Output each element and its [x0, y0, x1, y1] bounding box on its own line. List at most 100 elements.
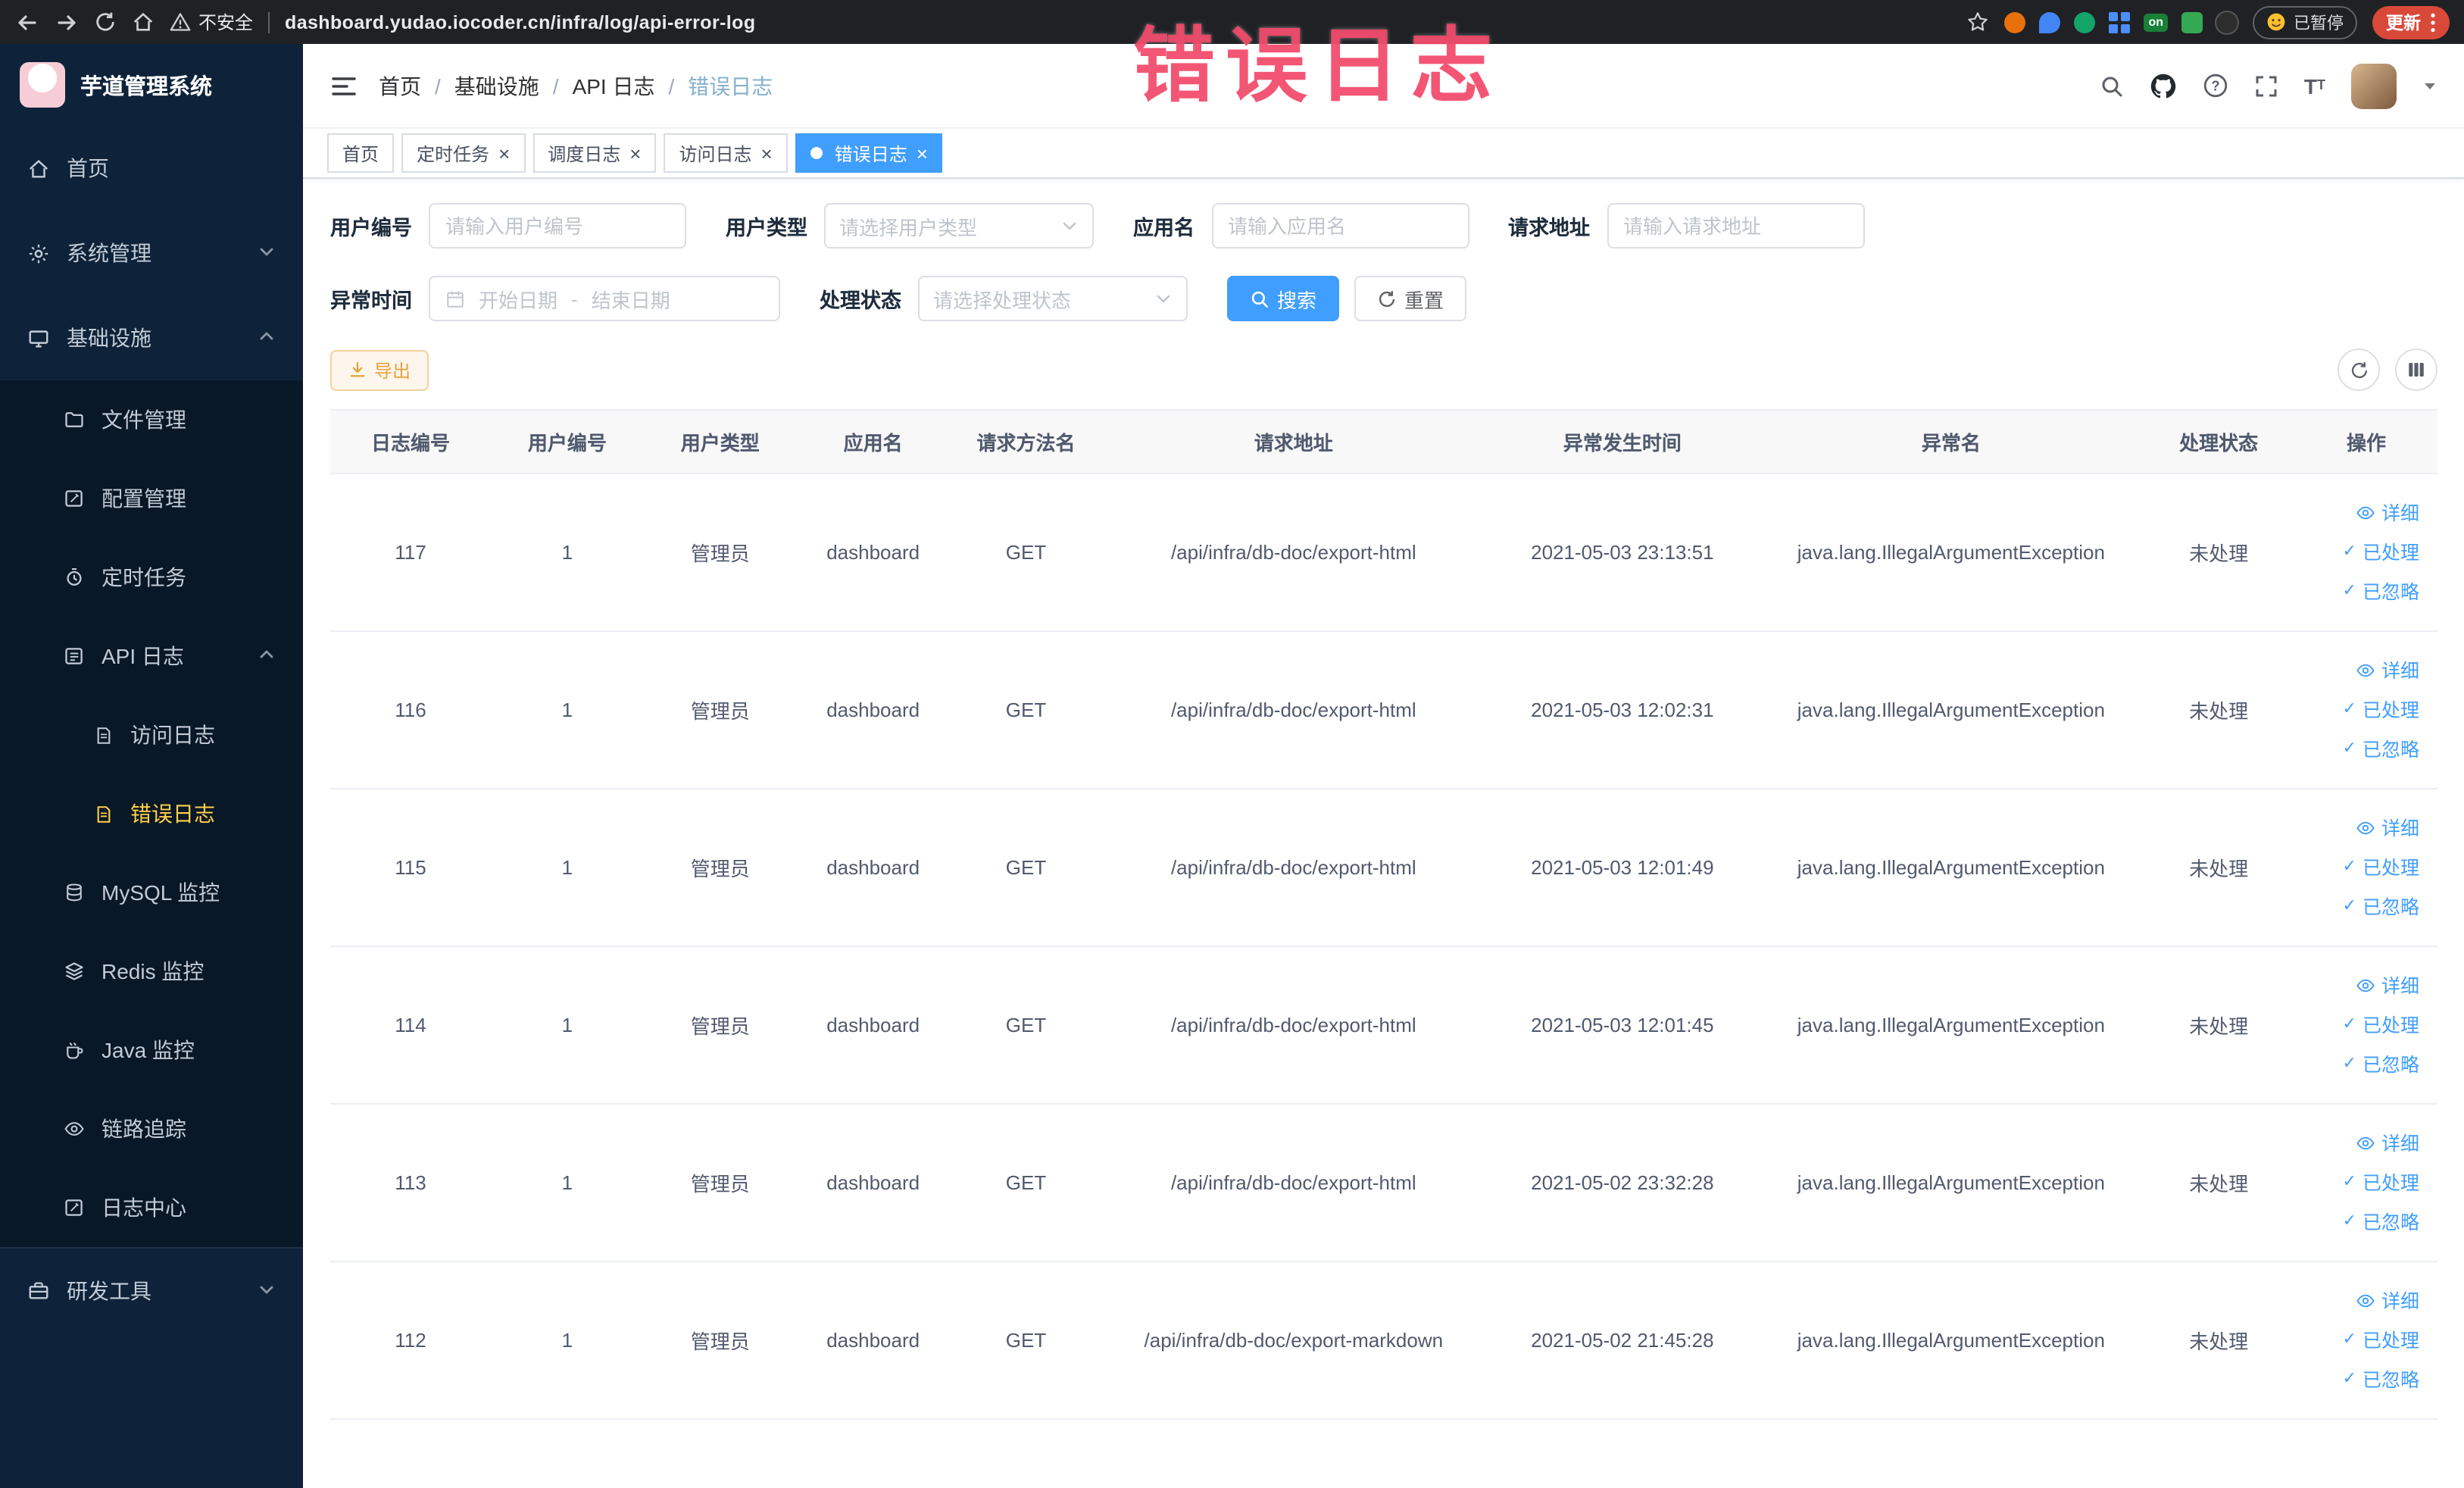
- sidebar-item-mysql-monitor[interactable]: MySQL 监控: [0, 853, 303, 932]
- detail-link[interactable]: 详细: [2295, 493, 2419, 533]
- layers-icon: [64, 961, 85, 982]
- github-icon[interactable]: [2150, 72, 2177, 99]
- cell-user-type: 管理员: [643, 1261, 797, 1420]
- cell-app-name: dashboard: [796, 946, 950, 1105]
- close-icon[interactable]: ×: [761, 143, 773, 163]
- processed-link[interactable]: ✓ 已处理: [2295, 1163, 2419, 1202]
- processed-link[interactable]: ✓ 已处理: [2295, 690, 2419, 730]
- tab-access-log[interactable]: 访问日志 ×: [664, 133, 788, 173]
- breadcrumb-home[interactable]: 首页: [379, 70, 421, 101]
- cell-status: 未处理: [2142, 789, 2296, 947]
- tab-error-log[interactable]: 错误日志 ×: [795, 133, 943, 173]
- fullscreen-icon[interactable]: [2254, 73, 2278, 98]
- cell-status: 未处理: [2142, 1261, 2296, 1420]
- table-row: 112 1 管理员 dashboard GET /api/infra/db-do…: [330, 1261, 2437, 1420]
- breadcrumb-api-log[interactable]: API 日志: [573, 70, 655, 101]
- ignored-link[interactable]: ✓ 已忽略: [2295, 1360, 2419, 1399]
- sidebar-item-config-management[interactable]: 配置管理: [0, 459, 303, 538]
- bookmark-star-icon[interactable]: [1966, 11, 1989, 33]
- detail-link[interactable]: 详细: [2295, 966, 2419, 1005]
- extension-icon[interactable]: [2109, 11, 2131, 33]
- close-icon[interactable]: ×: [498, 143, 510, 163]
- help-icon[interactable]: ?: [2203, 73, 2228, 98]
- user-id-input[interactable]: [429, 203, 686, 249]
- ignored-link[interactable]: ✓ 已忽略: [2295, 572, 2419, 611]
- paused-badge[interactable]: 已暂停: [2253, 5, 2357, 39]
- ignored-link[interactable]: ✓ 已忽略: [2295, 730, 2419, 769]
- ignored-link[interactable]: ✓ 已忽略: [2295, 887, 2419, 927]
- reload-icon[interactable]: [94, 11, 117, 33]
- sidebar-item-log-center[interactable]: 日志中心: [0, 1168, 303, 1247]
- sidebar-item-file-management[interactable]: 文件管理: [0, 380, 303, 459]
- detail-link[interactable]: 详细: [2295, 1281, 2419, 1321]
- sidebar-item-infrastructure[interactable]: 基础设施: [0, 295, 303, 380]
- sidebar-item-system-management[interactable]: 系统管理: [0, 211, 303, 295]
- sidebar-item-java-monitor[interactable]: Java 监控: [0, 1011, 303, 1089]
- extension-on-badge[interactable]: on: [2144, 13, 2168, 31]
- url-bar[interactable]: dashboard.yudao.iocoder.cn/infra/log/api…: [285, 11, 755, 33]
- cell-status: 未处理: [2142, 1104, 2296, 1262]
- security-indicator[interactable]: 不安全: [170, 9, 253, 35]
- process-status-select[interactable]: 请选择处理状态: [918, 276, 1188, 321]
- column-settings-button[interactable]: [2395, 349, 2437, 391]
- ignored-link[interactable]: ✓ 已忽略: [2295, 1202, 2419, 1242]
- table-toolbar: 导出: [330, 349, 2437, 391]
- breadcrumb-infrastructure[interactable]: 基础设施: [454, 70, 539, 101]
- close-icon[interactable]: ×: [917, 143, 928, 163]
- cell-actions: 详细 ✓ 已处理 ✓ 已忽略: [2295, 946, 2437, 1105]
- sidebar-item-redis-monitor[interactable]: Redis 监控: [0, 932, 303, 1011]
- filter-label-process-status: 处理状态: [820, 289, 901, 312]
- sidebar-toggle[interactable]: [330, 73, 358, 98]
- cell-exception-time: 2021-05-03 23:13:51: [1485, 474, 1760, 632]
- home-icon[interactable]: [132, 11, 155, 33]
- sidebar-item-error-log[interactable]: 错误日志: [0, 774, 303, 853]
- processed-link[interactable]: ✓ 已处理: [2295, 1005, 2419, 1045]
- back-icon[interactable]: [15, 10, 39, 34]
- sidebar-item-api-log[interactable]: API 日志: [0, 617, 303, 696]
- font-size-icon[interactable]: TT: [2304, 75, 2325, 96]
- tab-scheduled-tasks[interactable]: 定时任务 ×: [401, 133, 526, 173]
- search-icon[interactable]: [2100, 73, 2124, 98]
- refresh-button[interactable]: [2338, 349, 2380, 391]
- close-icon[interactable]: ×: [629, 143, 641, 163]
- detail-link[interactable]: 详细: [2295, 651, 2419, 690]
- eye-icon: [64, 1118, 85, 1139]
- sidebar-item-access-log[interactable]: 访问日志: [0, 696, 303, 774]
- search-button[interactable]: 搜索: [1227, 276, 1340, 321]
- cell-request-url: /api/infra/db-doc/export-html: [1102, 1104, 1485, 1262]
- exception-time-range[interactable]: 开始日期 - 结束日期: [429, 276, 780, 321]
- cell-actions: 详细 ✓ 已处理 ✓ 已忽略: [2295, 1261, 2437, 1420]
- toolbox-icon: [27, 1279, 50, 1302]
- forward-icon[interactable]: [55, 10, 79, 34]
- reset-button[interactable]: 重置: [1354, 276, 1467, 321]
- processed-link[interactable]: ✓ 已处理: [2295, 1321, 2419, 1360]
- cell-exception-name: java.lang.IllegalArgumentException: [1760, 474, 2143, 632]
- extension-icon[interactable]: [2039, 11, 2061, 33]
- update-button[interactable]: 更新: [2372, 5, 2450, 39]
- extension-icon[interactable]: [2004, 11, 2026, 33]
- sidebar-item-dev-tools[interactable]: 研发工具: [0, 1247, 303, 1332]
- tab-home[interactable]: 首页: [327, 133, 395, 173]
- extension-icon[interactable]: [2181, 11, 2203, 33]
- processed-link[interactable]: ✓ 已处理: [2295, 848, 2419, 887]
- sidebar-item-home[interactable]: 首页: [0, 126, 303, 211]
- app-name-input[interactable]: [1211, 203, 1469, 249]
- cell-app-name: dashboard: [796, 631, 950, 789]
- detail-link[interactable]: 详细: [2295, 1124, 2419, 1163]
- sidebar-item-scheduled-tasks[interactable]: 定时任务: [0, 538, 303, 617]
- tab-dispatch-log[interactable]: 调度日志 ×: [532, 133, 657, 173]
- user-avatar[interactable]: [2351, 63, 2397, 108]
- export-button[interactable]: 导出: [330, 349, 429, 390]
- header-actions: ? TT: [2100, 63, 2437, 108]
- extension-icon[interactable]: [2074, 11, 2096, 33]
- sidebar-item-trace[interactable]: 链路追踪: [0, 1089, 303, 1168]
- request-url-input[interactable]: [1607, 203, 1864, 249]
- detail-link[interactable]: 详细: [2295, 808, 2419, 848]
- top-header: 首页 / 基础设施 / API 日志 / 错误日志 ? TT: [303, 44, 2464, 127]
- user-type-select[interactable]: 请选择用户类型: [824, 203, 1094, 249]
- ignored-link[interactable]: ✓ 已忽略: [2295, 1045, 2419, 1084]
- caret-down-icon[interactable]: [2422, 78, 2437, 93]
- processed-link[interactable]: ✓ 已处理: [2295, 533, 2419, 572]
- extension-icon[interactable]: [2216, 11, 2238, 33]
- extensions-bar: on: [2004, 11, 2238, 33]
